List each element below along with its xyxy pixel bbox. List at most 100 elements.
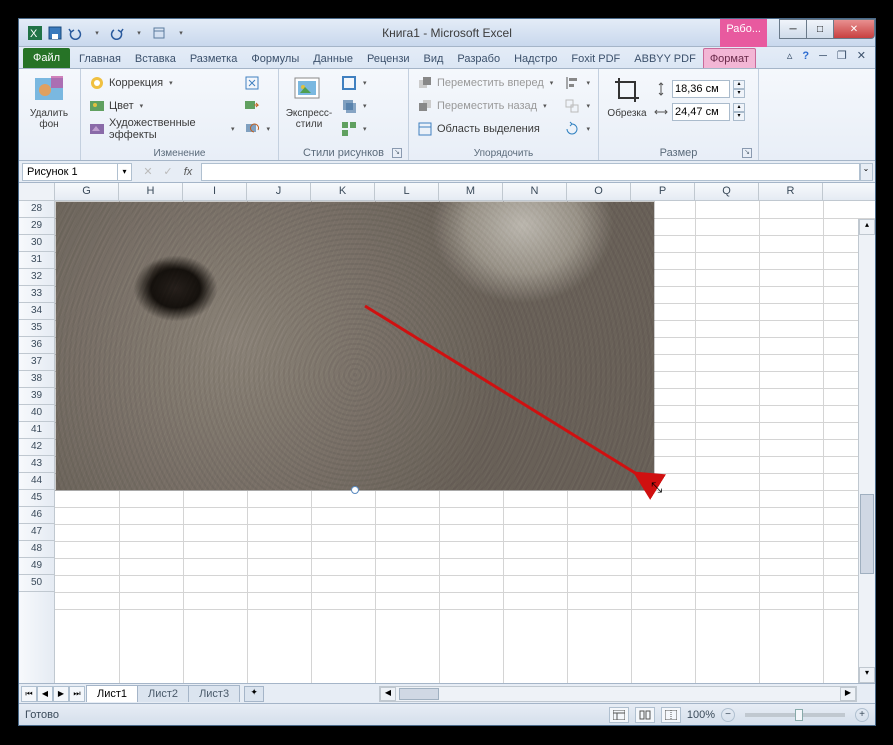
name-box[interactable]: Рисунок 1 ▾	[22, 163, 132, 181]
tab-abbyy[interactable]: ABBYY PDF	[627, 48, 703, 68]
doc-restore-icon[interactable]: ❐	[834, 49, 850, 62]
color-button[interactable]: Цвет ▾	[85, 95, 238, 117]
ribbon-minimize-icon[interactable]: ▵	[784, 49, 796, 62]
undo-icon[interactable]	[67, 25, 83, 41]
tab-layout[interactable]: Разметка	[183, 48, 245, 68]
column-header[interactable]: I	[183, 183, 247, 200]
row-header[interactable]: 34	[19, 303, 54, 320]
vscroll-thumb[interactable]	[860, 494, 874, 574]
tab-insert[interactable]: Вставка	[128, 48, 183, 68]
doc-minimize-icon[interactable]: ─	[816, 50, 830, 62]
tab-foxit[interactable]: Foxit PDF	[564, 48, 627, 68]
close-button[interactable]: ✕	[833, 19, 875, 39]
fx-button[interactable]: fx	[179, 163, 197, 181]
cells-area[interactable]: ⤡	[55, 201, 875, 683]
row-header[interactable]: 44	[19, 473, 54, 490]
column-header[interactable]: R	[759, 183, 823, 200]
row-header[interactable]: 49	[19, 558, 54, 575]
sheet-nav-next[interactable]: ▶	[53, 686, 69, 702]
height-down[interactable]: ▾	[733, 89, 745, 98]
row-header[interactable]: 28	[19, 201, 54, 218]
tab-home[interactable]: Главная	[72, 48, 128, 68]
column-header[interactable]: L	[375, 183, 439, 200]
new-sheet-button[interactable]: ✦	[244, 686, 264, 702]
width-input[interactable]	[672, 103, 730, 121]
sheet-tab-1[interactable]: Лист1	[86, 685, 138, 702]
zoom-thumb[interactable]	[795, 709, 803, 721]
sheet-nav-prev[interactable]: ◀	[37, 686, 53, 702]
bring-forward-button[interactable]: Переместить вперед ▾	[413, 72, 558, 94]
row-header[interactable]: 42	[19, 439, 54, 456]
row-header[interactable]: 30	[19, 235, 54, 252]
tab-addins[interactable]: Надстро	[507, 48, 564, 68]
tab-view[interactable]: Вид	[417, 48, 451, 68]
row-header[interactable]: 37	[19, 354, 54, 371]
row-header[interactable]: 33	[19, 286, 54, 303]
zoom-in-button[interactable]: +	[855, 708, 869, 722]
resize-handle-bottom[interactable]	[351, 486, 359, 494]
scroll-up-button[interactable]: ▴	[859, 219, 875, 235]
row-header[interactable]: 43	[19, 456, 54, 473]
crop-button[interactable]: Обрезка	[603, 72, 651, 121]
save-icon[interactable]	[47, 25, 63, 41]
tab-formulas[interactable]: Формулы	[244, 48, 306, 68]
column-header[interactable]: G	[55, 183, 119, 200]
change-picture-button[interactable]	[240, 95, 274, 117]
zoom-out-button[interactable]: −	[721, 708, 735, 722]
row-header[interactable]: 41	[19, 422, 54, 439]
qat-custom-icon[interactable]	[151, 25, 167, 41]
row-header[interactable]: 46	[19, 507, 54, 524]
row-header[interactable]: 35	[19, 320, 54, 337]
doc-close-icon[interactable]: ✕	[854, 49, 869, 62]
minimize-button[interactable]: ─	[779, 19, 807, 39]
column-header[interactable]: O	[567, 183, 631, 200]
selection-pane-button[interactable]: Область выделения	[413, 118, 558, 140]
height-up[interactable]: ▴	[733, 80, 745, 89]
cancel-formula-icon[interactable]: ✕	[139, 163, 157, 181]
inserted-picture[interactable]	[55, 201, 655, 491]
row-header[interactable]: 39	[19, 388, 54, 405]
group-button[interactable]: ▾	[560, 95, 594, 117]
hscroll-thumb[interactable]	[399, 688, 439, 700]
dialog-launcher-icon[interactable]: ↘	[392, 148, 402, 158]
row-header[interactable]: 29	[19, 218, 54, 235]
column-header[interactable]: P	[631, 183, 695, 200]
rotate-button[interactable]: ▾	[560, 118, 594, 140]
scroll-down-button[interactable]: ▾	[859, 667, 875, 683]
row-header[interactable]: 40	[19, 405, 54, 422]
formula-bar-expand[interactable]: ⌄	[859, 163, 873, 181]
height-input[interactable]	[672, 80, 730, 98]
normal-view-button[interactable]	[609, 707, 629, 723]
send-backward-button[interactable]: Переместить назад ▾	[413, 95, 558, 117]
row-header[interactable]: 45	[19, 490, 54, 507]
sheet-nav-first[interactable]: ⏮	[21, 686, 37, 702]
tab-review[interactable]: Рецензи	[360, 48, 417, 68]
zoom-level[interactable]: 100%	[687, 709, 715, 721]
column-header[interactable]: H	[119, 183, 183, 200]
column-header[interactable]: M	[439, 183, 503, 200]
row-header[interactable]: 48	[19, 541, 54, 558]
vertical-scrollbar[interactable]: ▴ ▾	[858, 219, 875, 683]
compress-button[interactable]	[240, 72, 274, 94]
row-header[interactable]: 31	[19, 252, 54, 269]
maximize-button[interactable]: □	[806, 19, 834, 39]
row-header[interactable]: 50	[19, 575, 54, 592]
tab-data[interactable]: Данные	[306, 48, 360, 68]
qat-customize-dropdown[interactable]: ▾	[173, 25, 189, 41]
reset-picture-button[interactable]: ▾	[240, 118, 274, 140]
column-header[interactable]: K	[311, 183, 375, 200]
row-header[interactable]: 38	[19, 371, 54, 388]
redo-icon[interactable]	[109, 25, 125, 41]
row-header[interactable]: 36	[19, 337, 54, 354]
sheet-nav-last[interactable]: ⏭	[69, 686, 85, 702]
undo-dropdown[interactable]: ▾	[89, 25, 105, 41]
column-header[interactable]: J	[247, 183, 311, 200]
file-tab[interactable]: Файл	[23, 48, 70, 68]
page-break-view-button[interactable]	[661, 707, 681, 723]
width-down[interactable]: ▾	[733, 112, 745, 121]
picture-border-button[interactable]: ▾	[337, 72, 371, 94]
align-button[interactable]: ▾	[560, 72, 594, 94]
sheet-tab-2[interactable]: Лист2	[137, 685, 189, 702]
picture-styles-button[interactable]: Экспресс-стили	[283, 72, 335, 132]
width-up[interactable]: ▴	[733, 103, 745, 112]
